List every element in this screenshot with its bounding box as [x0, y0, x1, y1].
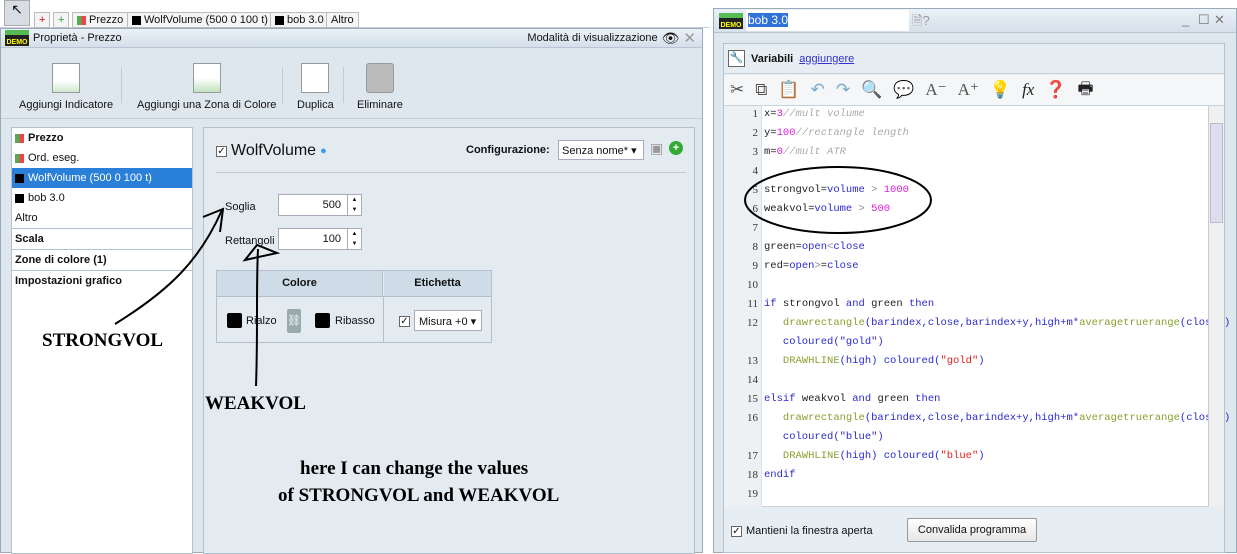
weakvol-annotation: WEAKVOL — [205, 393, 306, 414]
note-annotation-line1: here I can change the values — [300, 458, 529, 479]
strongvol-arrow — [114, 209, 223, 325]
note-annotation-line2: of STRONGVOL and WEAKVOL — [278, 485, 560, 506]
weakvol-arrow — [255, 248, 259, 387]
strongvol-annotation: STRONGVOL — [42, 330, 164, 351]
highlight-ellipse — [744, 166, 932, 234]
handwritten-annotations — [114, 166, 932, 387]
